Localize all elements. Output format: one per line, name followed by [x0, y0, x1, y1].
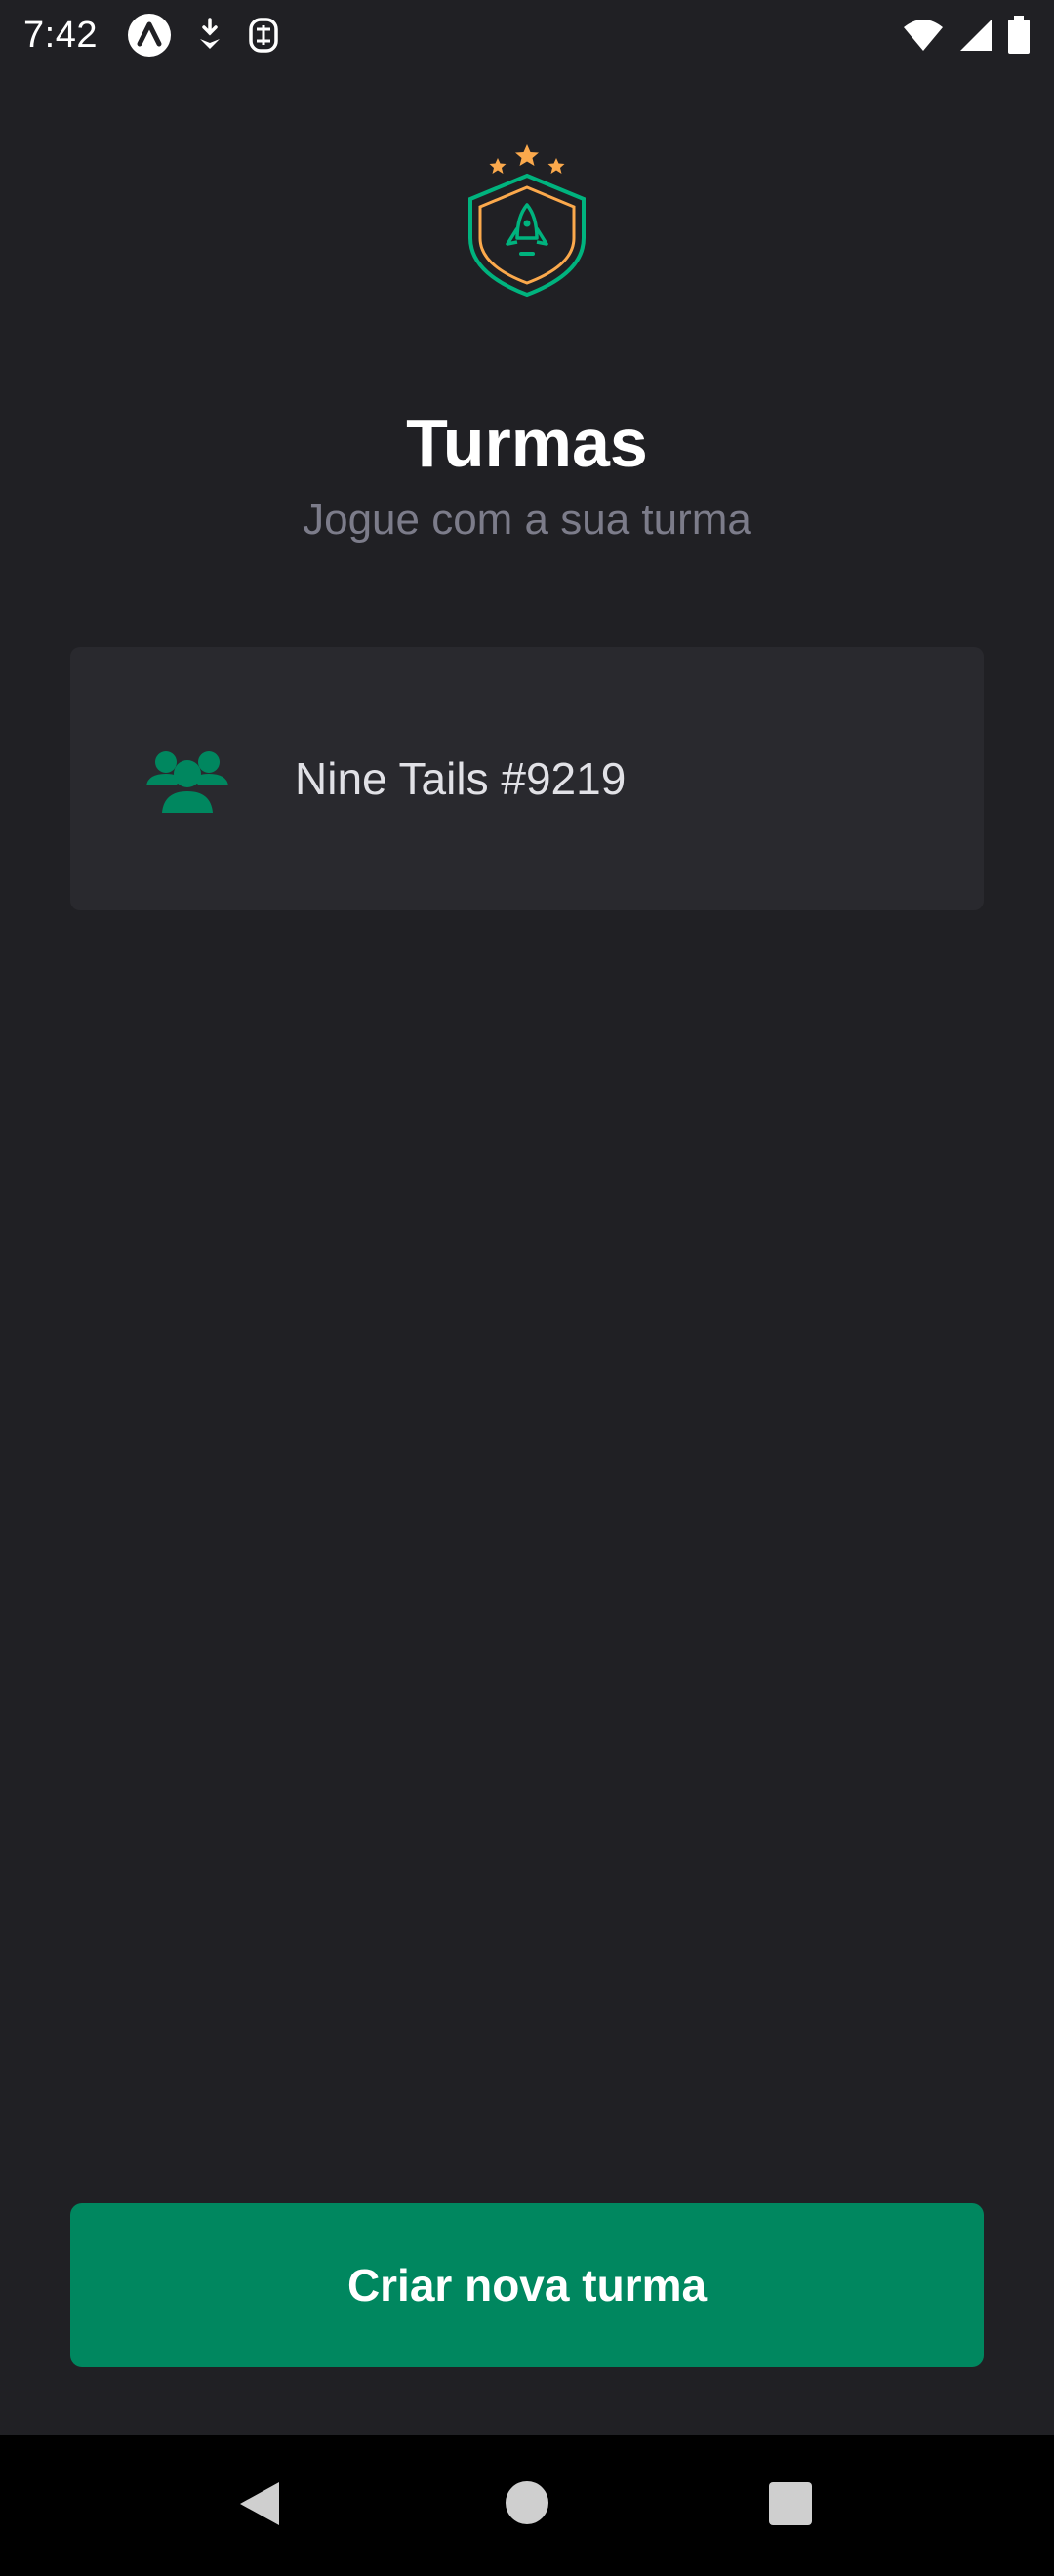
- download-icon: [195, 16, 224, 55]
- expo-icon: [127, 13, 172, 58]
- shield-icon: [248, 16, 279, 55]
- page-subtitle: Jogue com a sua turma: [303, 496, 751, 543]
- status-bar: 7:42: [0, 0, 1054, 70]
- group-name: Nine Tails #9219: [295, 753, 627, 804]
- navigation-bar: [0, 2435, 1054, 2576]
- star-icon: [547, 158, 565, 174]
- app-logo: [459, 137, 595, 302]
- create-group-button[interactable]: Criar nova turma: [70, 2203, 984, 2367]
- status-icons-right: [902, 16, 1031, 55]
- recents-icon[interactable]: [769, 2482, 812, 2530]
- signal-icon: [958, 18, 993, 53]
- group-card[interactable]: Nine Tails #9219: [70, 647, 984, 910]
- status-icons-left: [127, 13, 279, 58]
- star-icon: [515, 144, 539, 166]
- users-icon: [142, 745, 232, 813]
- star-icon: [489, 158, 507, 174]
- page-title: Turmas: [406, 405, 648, 481]
- battery-icon: [1007, 16, 1031, 55]
- status-time: 7:42: [23, 14, 98, 56]
- wifi-icon: [902, 18, 945, 53]
- home-icon[interactable]: [505, 2480, 549, 2530]
- back-icon[interactable]: [238, 2480, 281, 2532]
